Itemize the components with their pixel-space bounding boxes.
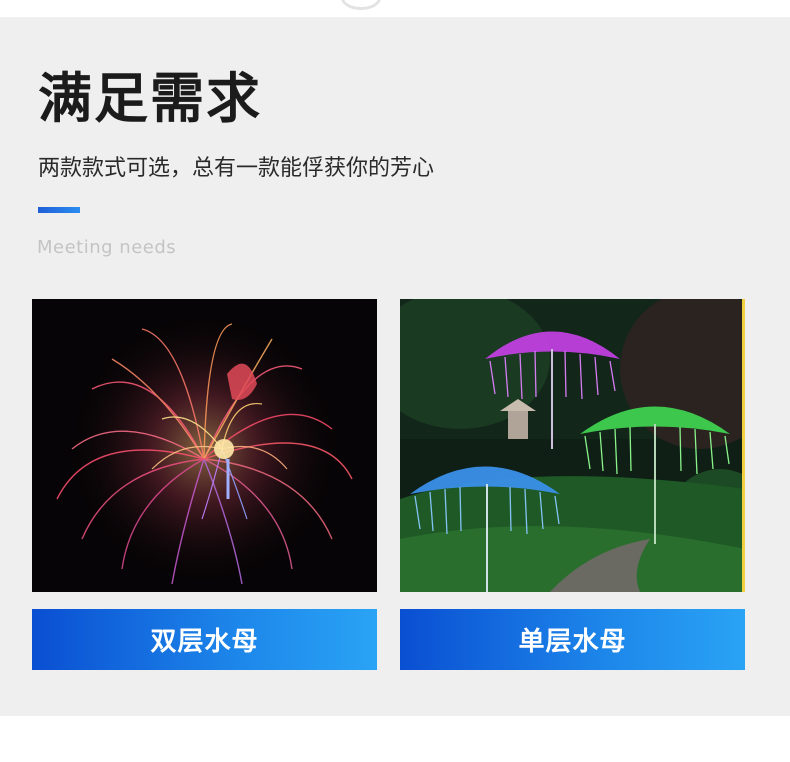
section-subtitle: 两款款式可选，总有一款能俘获你的芳心 xyxy=(38,156,435,181)
single-jellyfish-garden-illustration xyxy=(400,299,745,592)
scroll-knob-decoration xyxy=(341,0,381,10)
product-image-single-layer xyxy=(400,299,745,592)
product-label-single-layer[interactable]: 单层水母 xyxy=(400,609,745,670)
double-jellyfish-illustration xyxy=(32,299,377,592)
top-strip xyxy=(0,0,790,17)
section-title: 满足需求 xyxy=(38,67,262,130)
product-label-double-layer[interactable]: 双层水母 xyxy=(32,609,377,670)
product-image-double-layer xyxy=(32,299,377,592)
section-english-title: Meeting needs xyxy=(37,237,177,258)
accent-bar xyxy=(38,207,80,213)
